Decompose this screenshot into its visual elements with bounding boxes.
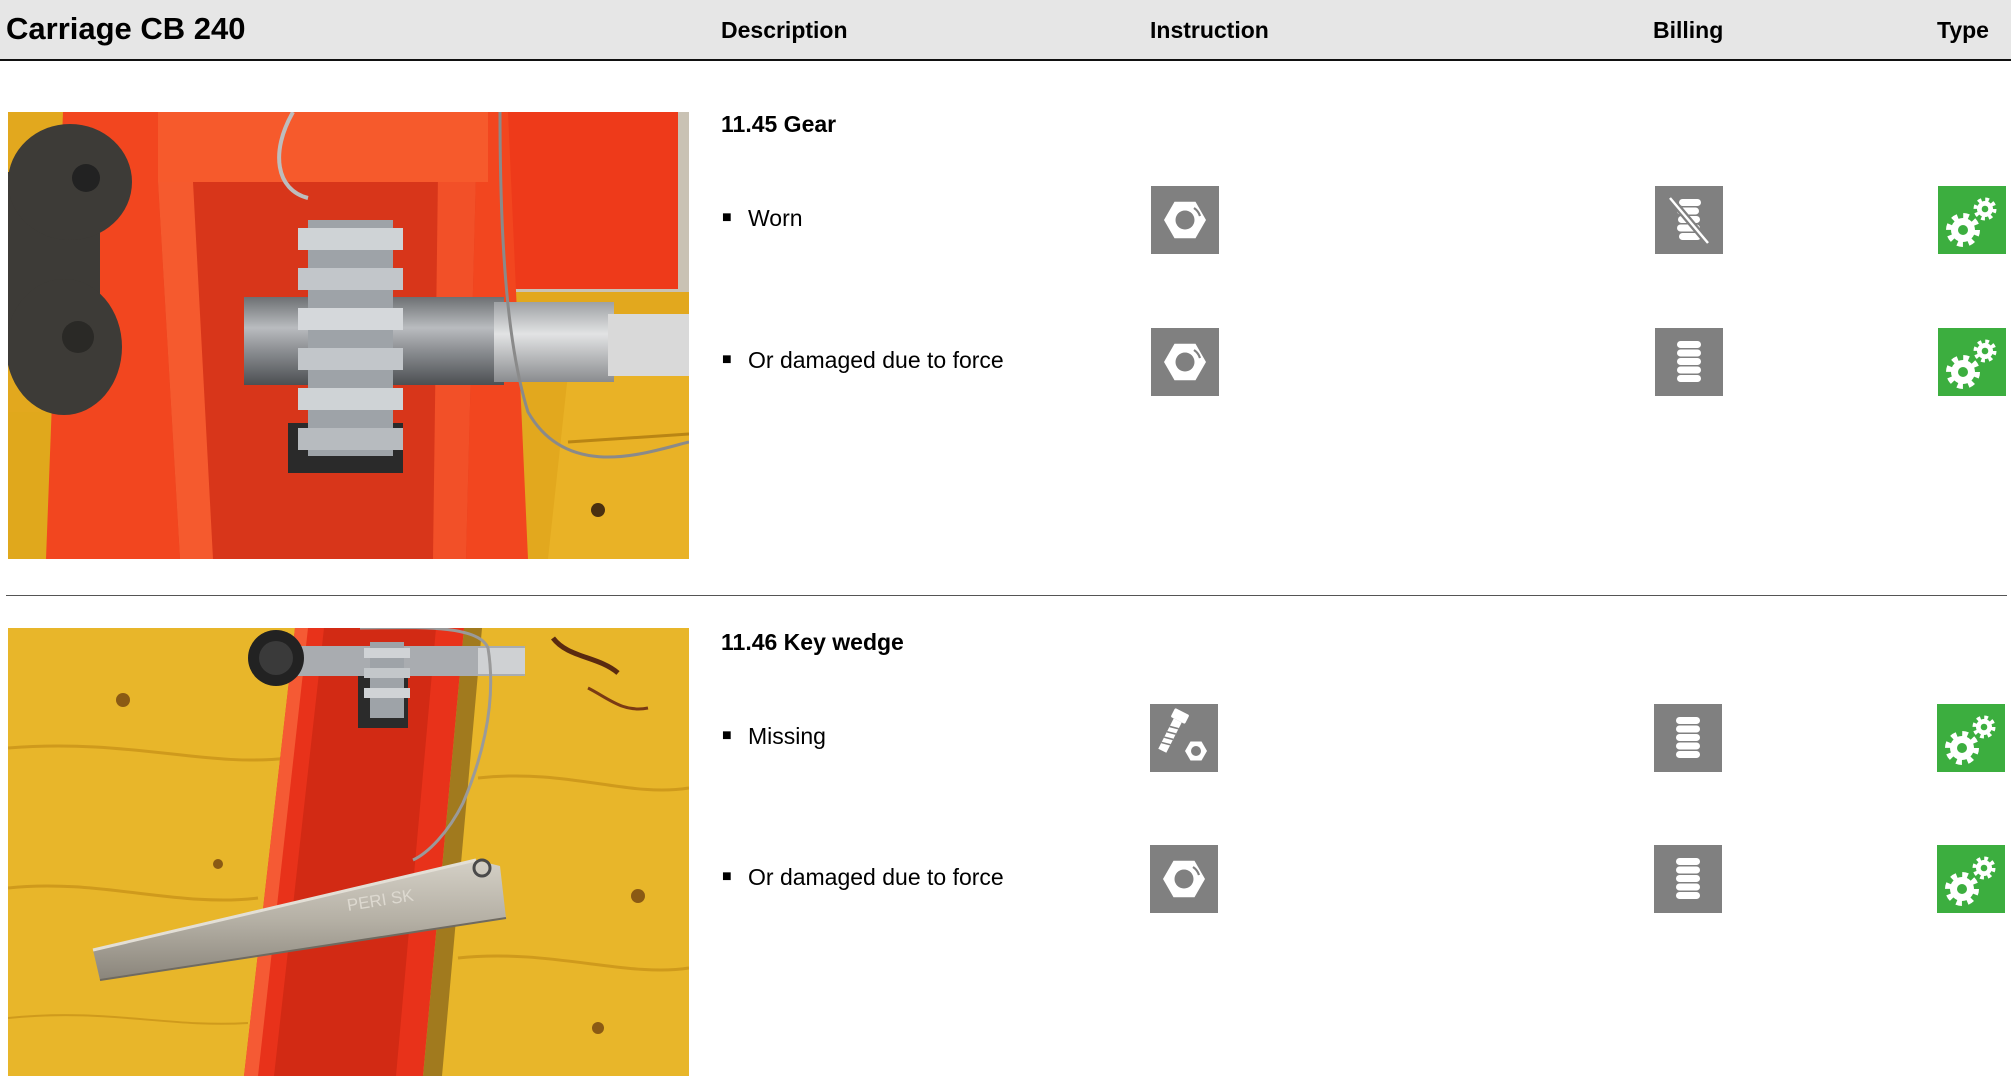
coin-stack-icon bbox=[1654, 845, 1722, 913]
hex-nut-icon bbox=[1151, 328, 1219, 396]
bolt-nut-icon bbox=[1150, 704, 1218, 772]
section-title: 11.46 Key wedge bbox=[721, 629, 904, 655]
coin-stack-icon bbox=[1655, 328, 1723, 396]
column-header-type: Type bbox=[1937, 17, 1989, 43]
no-billing-coins-icon bbox=[1655, 186, 1723, 254]
gears-icon bbox=[1937, 845, 2005, 913]
section-divider bbox=[6, 595, 2007, 596]
defect-description: Or damaged due to force bbox=[748, 864, 1004, 890]
bullet: ■ bbox=[722, 868, 732, 885]
defect-description: Worn bbox=[748, 205, 803, 231]
page-title: Carriage CB 240 bbox=[6, 11, 246, 46]
bullet: ■ bbox=[722, 209, 732, 226]
table-header: Carriage CB 240 Description Instruction … bbox=[0, 0, 2011, 61]
column-header-description: Description bbox=[721, 17, 848, 43]
column-header-instruction: Instruction bbox=[1150, 17, 1269, 43]
gear-photo bbox=[8, 112, 689, 559]
hex-nut-icon bbox=[1151, 186, 1219, 254]
column-header-billing: Billing bbox=[1653, 17, 1724, 43]
defect-description: Or damaged due to force bbox=[748, 347, 1004, 373]
bullet: ■ bbox=[722, 351, 732, 368]
hex-nut-icon bbox=[1150, 845, 1218, 913]
bullet: ■ bbox=[722, 727, 732, 744]
gears-icon bbox=[1938, 328, 2006, 396]
section-title: 11.45 Gear bbox=[721, 111, 837, 137]
gears-icon bbox=[1937, 704, 2005, 772]
coin-stack-icon bbox=[1654, 704, 1722, 772]
key-wedge-photo: PERI SK bbox=[8, 628, 689, 1076]
gears-icon bbox=[1938, 186, 2006, 254]
defect-description: Missing bbox=[748, 723, 826, 749]
